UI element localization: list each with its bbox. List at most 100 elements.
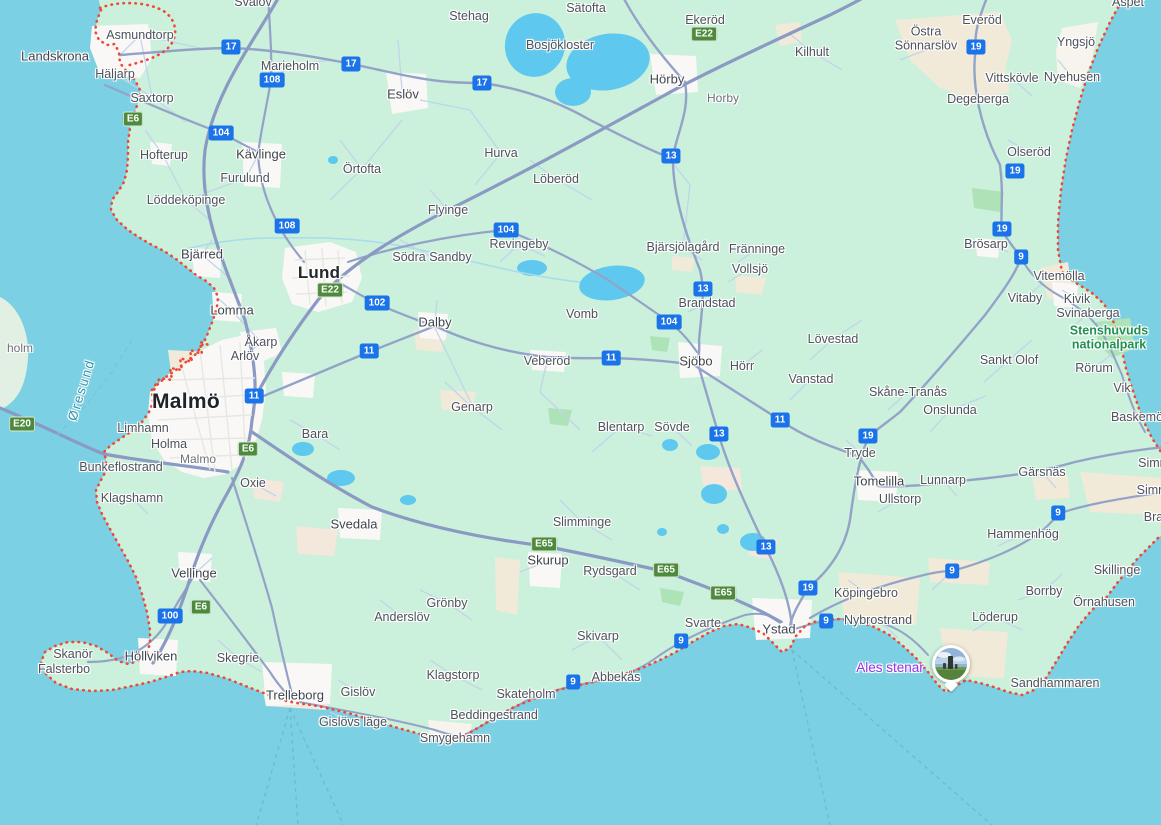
place-label[interactable]: Ekeröd	[685, 13, 725, 27]
place-label[interactable]: Eslöv	[387, 88, 419, 103]
place-label[interactable]: Åkarp	[245, 335, 278, 349]
place-label[interactable]: Sjöbo	[679, 355, 712, 370]
place-label[interactable]: Yngsjö	[1057, 35, 1095, 49]
place-label[interactable]: Brandstad	[679, 296, 736, 310]
place-label[interactable]: Vitaby	[1008, 291, 1043, 305]
place-label[interactable]: Asmundtorp	[106, 28, 173, 42]
place-label[interactable]: Trelleborg	[266, 689, 324, 704]
place-label[interactable]: Sankt Olof	[980, 353, 1038, 367]
place-label[interactable]: Örnahusen	[1073, 595, 1135, 609]
place-label[interactable]: Smygehamn	[420, 731, 490, 745]
place-label[interactable]: Ystad	[762, 623, 795, 638]
place-label[interactable]: Sätofta	[566, 1, 606, 15]
place-label[interactable]: Kivik	[1064, 292, 1090, 306]
place-label[interactable]: Holma	[151, 437, 187, 451]
place-label[interactable]: Saxtorp	[130, 91, 173, 105]
place-label[interactable]: Vanstad	[789, 372, 834, 386]
place-label[interactable]: Bara	[302, 427, 328, 441]
place-label[interactable]: Tomelilla	[854, 475, 905, 490]
place-label[interactable]: Bjärred	[181, 248, 223, 263]
place-label[interactable]: Skanör	[53, 647, 93, 661]
place-label[interactable]: Lövestad	[808, 332, 859, 346]
place-label[interactable]: Lund	[298, 263, 340, 283]
place-label[interactable]: Klagstorp	[427, 668, 480, 682]
place-label[interactable]: Hammenhög	[987, 527, 1059, 541]
place-label[interactable]: Häljarp	[95, 67, 135, 81]
place-label[interactable]: Svalöv	[234, 0, 272, 9]
place-label[interactable]: Nyehusen	[1044, 70, 1100, 84]
place-label[interactable]: Simr	[1138, 456, 1161, 470]
place-label[interactable]: Genarp	[451, 400, 493, 414]
place-label[interactable]: Blentarp	[598, 420, 645, 434]
place-label[interactable]: Gislövs läge	[319, 715, 387, 729]
place-label[interactable]: Kävlinge	[236, 148, 286, 163]
place-label[interactable]: Rörum	[1075, 361, 1113, 375]
place-label[interactable]: Vollsjö	[732, 262, 768, 276]
place-label[interactable]: Hurva	[484, 146, 517, 160]
place-label[interactable]: Svedala	[331, 518, 378, 533]
place-label[interactable]: Baskemö	[1111, 410, 1161, 424]
place-label[interactable]: Sövde	[654, 420, 689, 434]
place-label[interactable]: Flyinge	[428, 203, 468, 217]
place-label[interactable]: Köpingebro	[834, 586, 898, 600]
place-label[interactable]: Sandhammaren	[1011, 676, 1100, 690]
place-label[interactable]: Borrby	[1026, 584, 1063, 598]
place-label[interactable]: Abbekås	[592, 670, 641, 684]
place-label[interactable]: Vittskövle	[985, 71, 1038, 85]
place-label[interactable]: Bran	[1144, 510, 1161, 524]
place-label[interactable]: Tryde	[844, 446, 876, 460]
place-label[interactable]: Vomb	[566, 307, 598, 321]
place-label[interactable]: Skillinge	[1094, 563, 1141, 577]
place-label[interactable]: Vik	[1113, 381, 1130, 395]
place-label[interactable]: Skåne-Tranås	[869, 385, 947, 399]
place-label[interactable]: Arlöv	[231, 349, 259, 363]
place-label[interactable]: Landskrona	[21, 50, 89, 65]
map-canvas[interactable]: SvalövStehagSätoftaEkerödEverödAspetYngs…	[0, 0, 1161, 825]
poi-label[interactable]: Ales stenar	[856, 660, 924, 676]
place-label[interactable]: Södra Sandby	[392, 250, 471, 264]
place-label[interactable]: Degeberga	[947, 92, 1009, 106]
place-label[interactable]: Svarte	[685, 616, 721, 630]
place-label[interactable]: Oxie	[240, 476, 266, 490]
place-label[interactable]: Vitemölla	[1033, 269, 1084, 283]
place-label[interactable]: Ullstorp	[879, 492, 921, 506]
place-label[interactable]: Hörby	[650, 73, 685, 88]
place-label[interactable]: Hofterup	[140, 148, 188, 162]
place-label[interactable]: Anderslöv	[374, 610, 430, 624]
place-label[interactable]: Svinaberga	[1056, 306, 1119, 320]
place-label[interactable]: Brösarp	[964, 237, 1008, 251]
place-label[interactable]: Örtofta	[343, 162, 381, 176]
place-label[interactable]: Nybrostrand	[844, 613, 912, 627]
place-label[interactable]: Bosjökloster	[526, 38, 594, 52]
place-label[interactable]: Falsterbo	[38, 662, 90, 676]
place-label[interactable]: Aspet	[1112, 0, 1144, 9]
place-label[interactable]: Olseröd	[1007, 145, 1051, 159]
place-label[interactable]: Marieholm	[261, 59, 319, 73]
place-label[interactable]: Lunnarp	[920, 473, 966, 487]
place-label[interactable]: Everöd	[962, 13, 1002, 27]
place-label[interactable]: Skivarp	[577, 629, 619, 643]
ales-stenar-photo-marker[interactable]	[932, 645, 970, 683]
place-label[interactable]: Skateholm	[496, 687, 555, 701]
place-label[interactable]: Gislöv	[341, 685, 376, 699]
place-label[interactable]: Slimminge	[553, 515, 611, 529]
place-label[interactable]: Veberöd	[524, 354, 571, 368]
place-label[interactable]: Beddingestrand	[450, 708, 538, 722]
place-label[interactable]: Onslunda	[923, 403, 977, 417]
place-label[interactable]: Limhamn	[117, 421, 168, 435]
place-label[interactable]: Grönby	[427, 596, 468, 610]
place-label[interactable]: Klagshamn	[101, 491, 164, 505]
place-label[interactable]: Löberöd	[533, 172, 579, 186]
place-label[interactable]: Revingeby	[489, 237, 548, 251]
place-label[interactable]: Lomma	[210, 304, 253, 319]
place-label[interactable]: Gärsnäs	[1018, 465, 1065, 479]
place-label[interactable]: Skurup	[527, 554, 568, 569]
place-label[interactable]: Hörr	[730, 359, 754, 373]
place-label[interactable]: Bjärsjölagård	[647, 240, 720, 254]
place-label[interactable]: Östra Sönnarslöv	[895, 25, 958, 54]
place-label[interactable]: Löderup	[972, 610, 1018, 624]
place-label[interactable]: Malmö	[152, 390, 220, 414]
place-label[interactable]: Vellinge	[171, 567, 217, 582]
place-label[interactable]: Dalby	[418, 316, 451, 331]
place-label[interactable]: Löddeköpinge	[147, 193, 226, 207]
